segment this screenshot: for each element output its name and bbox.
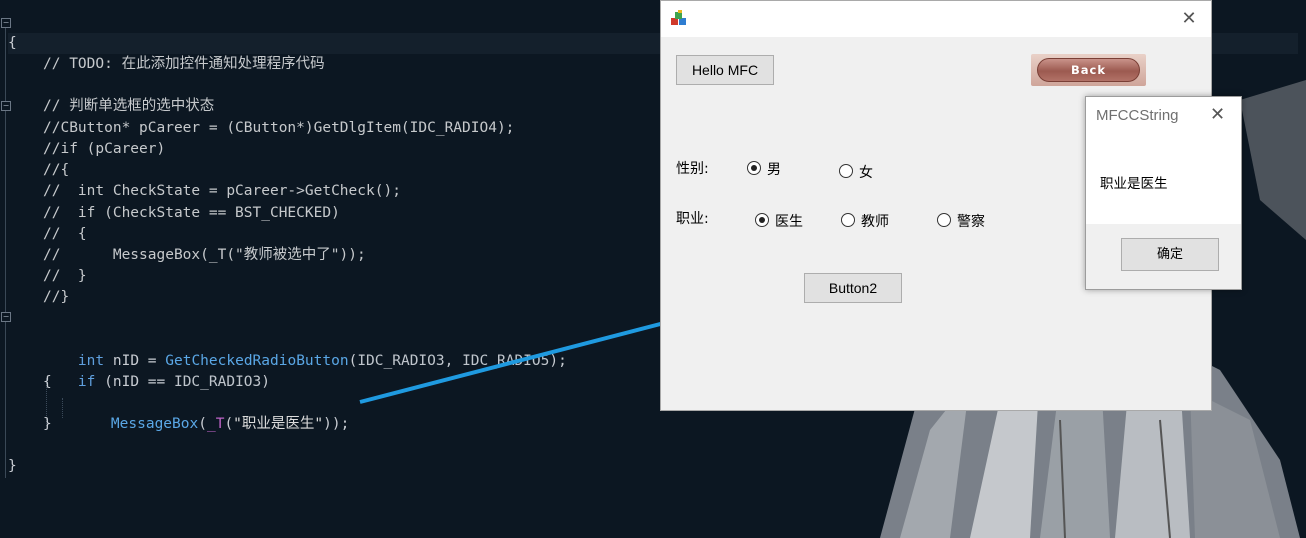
message-box-body: MFCCString ✕ 职业是医生 bbox=[1086, 97, 1241, 224]
app-icon bbox=[671, 10, 686, 25]
back-button-label: Back bbox=[1037, 58, 1140, 82]
button2[interactable]: Button2 bbox=[804, 273, 902, 303]
radio-doctor-label: 医生 bbox=[775, 214, 803, 230]
message-box-text: 职业是医生 bbox=[1100, 176, 1168, 192]
gender-label: 性别: bbox=[676, 161, 709, 177]
ok-button[interactable]: 确定 bbox=[1121, 238, 1219, 271]
radio-police[interactable] bbox=[937, 213, 951, 227]
radio-doctor[interactable] bbox=[755, 213, 769, 227]
message-box-close-icon[interactable]: ✕ bbox=[1210, 104, 1225, 125]
back-button[interactable]: Back bbox=[1031, 54, 1146, 86]
radio-teacher-label: 教师 bbox=[861, 214, 889, 230]
radio-male[interactable] bbox=[747, 161, 761, 175]
career-label: 职业: bbox=[676, 211, 709, 227]
radio-male-label: 男 bbox=[767, 162, 781, 178]
dialog-close-icon[interactable]: ✕ bbox=[1175, 7, 1203, 31]
radio-female[interactable] bbox=[839, 164, 853, 178]
message-box-window: MFCCString ✕ 职业是医生 确定 bbox=[1085, 96, 1242, 290]
hello-mfc-button[interactable]: Hello MFC bbox=[676, 55, 774, 85]
radio-teacher[interactable] bbox=[841, 213, 855, 227]
radio-female-label: 女 bbox=[859, 165, 873, 181]
message-box-title: MFCCString bbox=[1096, 107, 1179, 124]
dialog-titlebar[interactable]: ✕ bbox=[661, 1, 1211, 37]
radio-police-label: 警察 bbox=[957, 214, 985, 230]
